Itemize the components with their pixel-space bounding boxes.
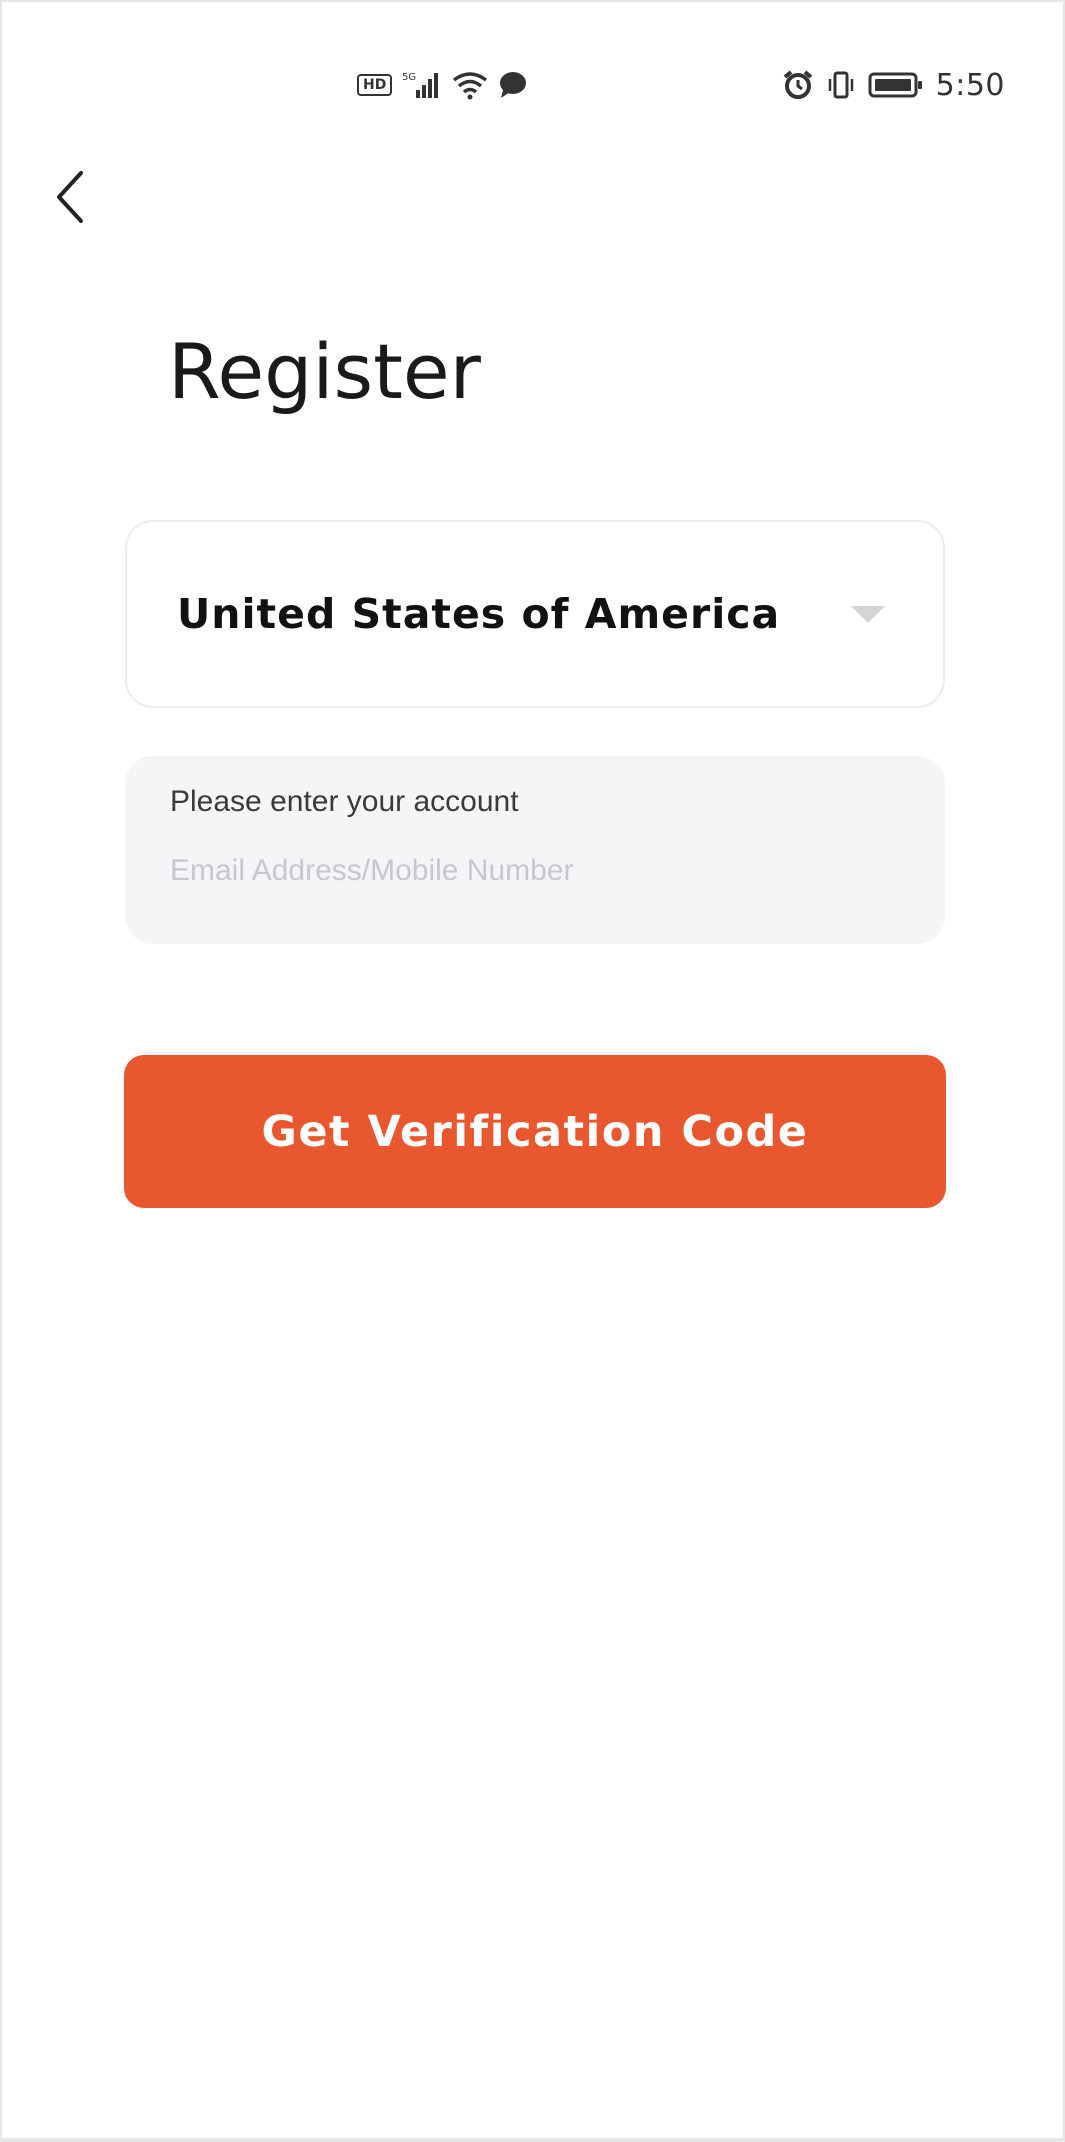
- signal-icon: 5G: [402, 72, 439, 98]
- page-title: Register: [168, 327, 481, 416]
- status-bar-right: 5:50: [782, 64, 1005, 106]
- country-select-value: United States of America: [177, 590, 781, 638]
- message-icon: [500, 72, 527, 98]
- account-input[interactable]: [170, 854, 900, 888]
- chevron-left-icon: [57, 171, 83, 223]
- status-time: 5:50: [935, 67, 1005, 103]
- back-button[interactable]: [42, 162, 98, 232]
- wifi-icon: [453, 72, 488, 100]
- account-field[interactable]: Please enter your account: [125, 756, 945, 944]
- register-screen: HD 5G 5:50 Register United States of Ame…: [2, 2, 1063, 2138]
- vibrate-icon: [828, 71, 853, 99]
- account-field-label: Please enter your account: [170, 785, 519, 818]
- network-type-label: 5G: [402, 72, 416, 83]
- triangle-down-icon: [851, 605, 885, 623]
- battery-icon: [868, 72, 922, 98]
- alarm-icon: [783, 70, 812, 99]
- get-verification-code-button[interactable]: Get Verification Code: [124, 1055, 946, 1208]
- country-select[interactable]: United States of America: [125, 520, 945, 708]
- hd-icon: HD: [357, 74, 393, 96]
- status-bar-left: HD 5G: [357, 64, 528, 106]
